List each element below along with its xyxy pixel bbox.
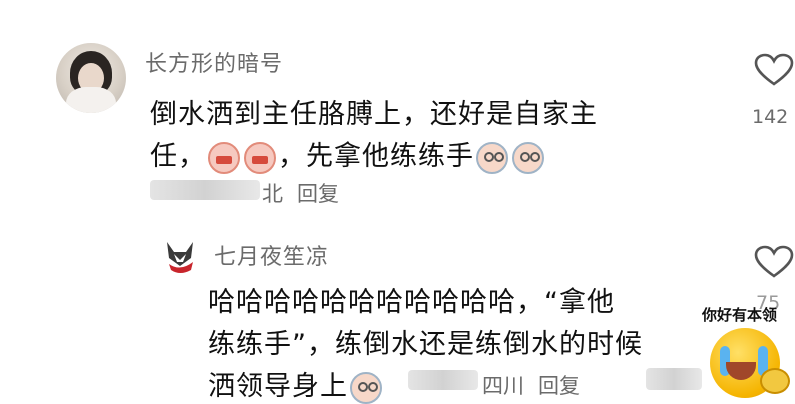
fox-avatar-icon [167, 242, 193, 273]
covering-mouth-emoji-icon [244, 141, 276, 174]
comment-meta: 北回复 [262, 178, 339, 208]
comment-location: 北 [262, 182, 283, 206]
comment-text-line: 练练手”，练倒水还是练倒水的时候 [208, 329, 643, 360]
comment-location: 四川 [482, 374, 524, 398]
comment-username[interactable]: 七月夜笙凉 [214, 239, 329, 271]
sticker-caption: 你好有本领 [702, 306, 778, 324]
comment-text-fragment: ，先拿他练练手 [278, 141, 474, 172]
like-count: 142 [752, 106, 789, 128]
comment-text-line: 哈哈哈哈哈哈哈哈哈哈哈，“拿他 [208, 287, 615, 318]
comment-text-line: 任， ，先拿他练练手 [150, 134, 546, 174]
covering-mouth-emoji-icon [208, 141, 240, 174]
comment-text-fragment: 洒领导身上 [208, 371, 348, 402]
reply-button[interactable]: 回复 [297, 182, 339, 206]
comment-meta: 四川 回复 [482, 370, 580, 400]
comment-text-line: 洒领导身上 [208, 364, 384, 404]
blurred-region [646, 368, 702, 390]
like-heart-icon[interactable] [754, 245, 794, 279]
reply-button[interactable]: 回复 [538, 374, 580, 398]
blurred-timestamp [150, 180, 260, 200]
glasses-emoji-icon [512, 141, 544, 174]
comment-username[interactable]: 长方形的暗号 [145, 46, 283, 78]
blurred-timestamp [408, 370, 478, 390]
glasses-emoji-icon [350, 371, 382, 404]
user-avatar[interactable] [56, 43, 126, 113]
comment-text-fragment: 任， [150, 141, 206, 172]
like-heart-icon[interactable] [754, 53, 794, 87]
avatar-body [66, 87, 116, 113]
user-avatar[interactable] [159, 236, 201, 278]
glasses-emoji-icon [476, 141, 508, 174]
comment-text-line: 倒水洒到主任胳膊上，还好是自家主 [150, 99, 598, 130]
sticker-thumbs-hand [760, 368, 790, 394]
